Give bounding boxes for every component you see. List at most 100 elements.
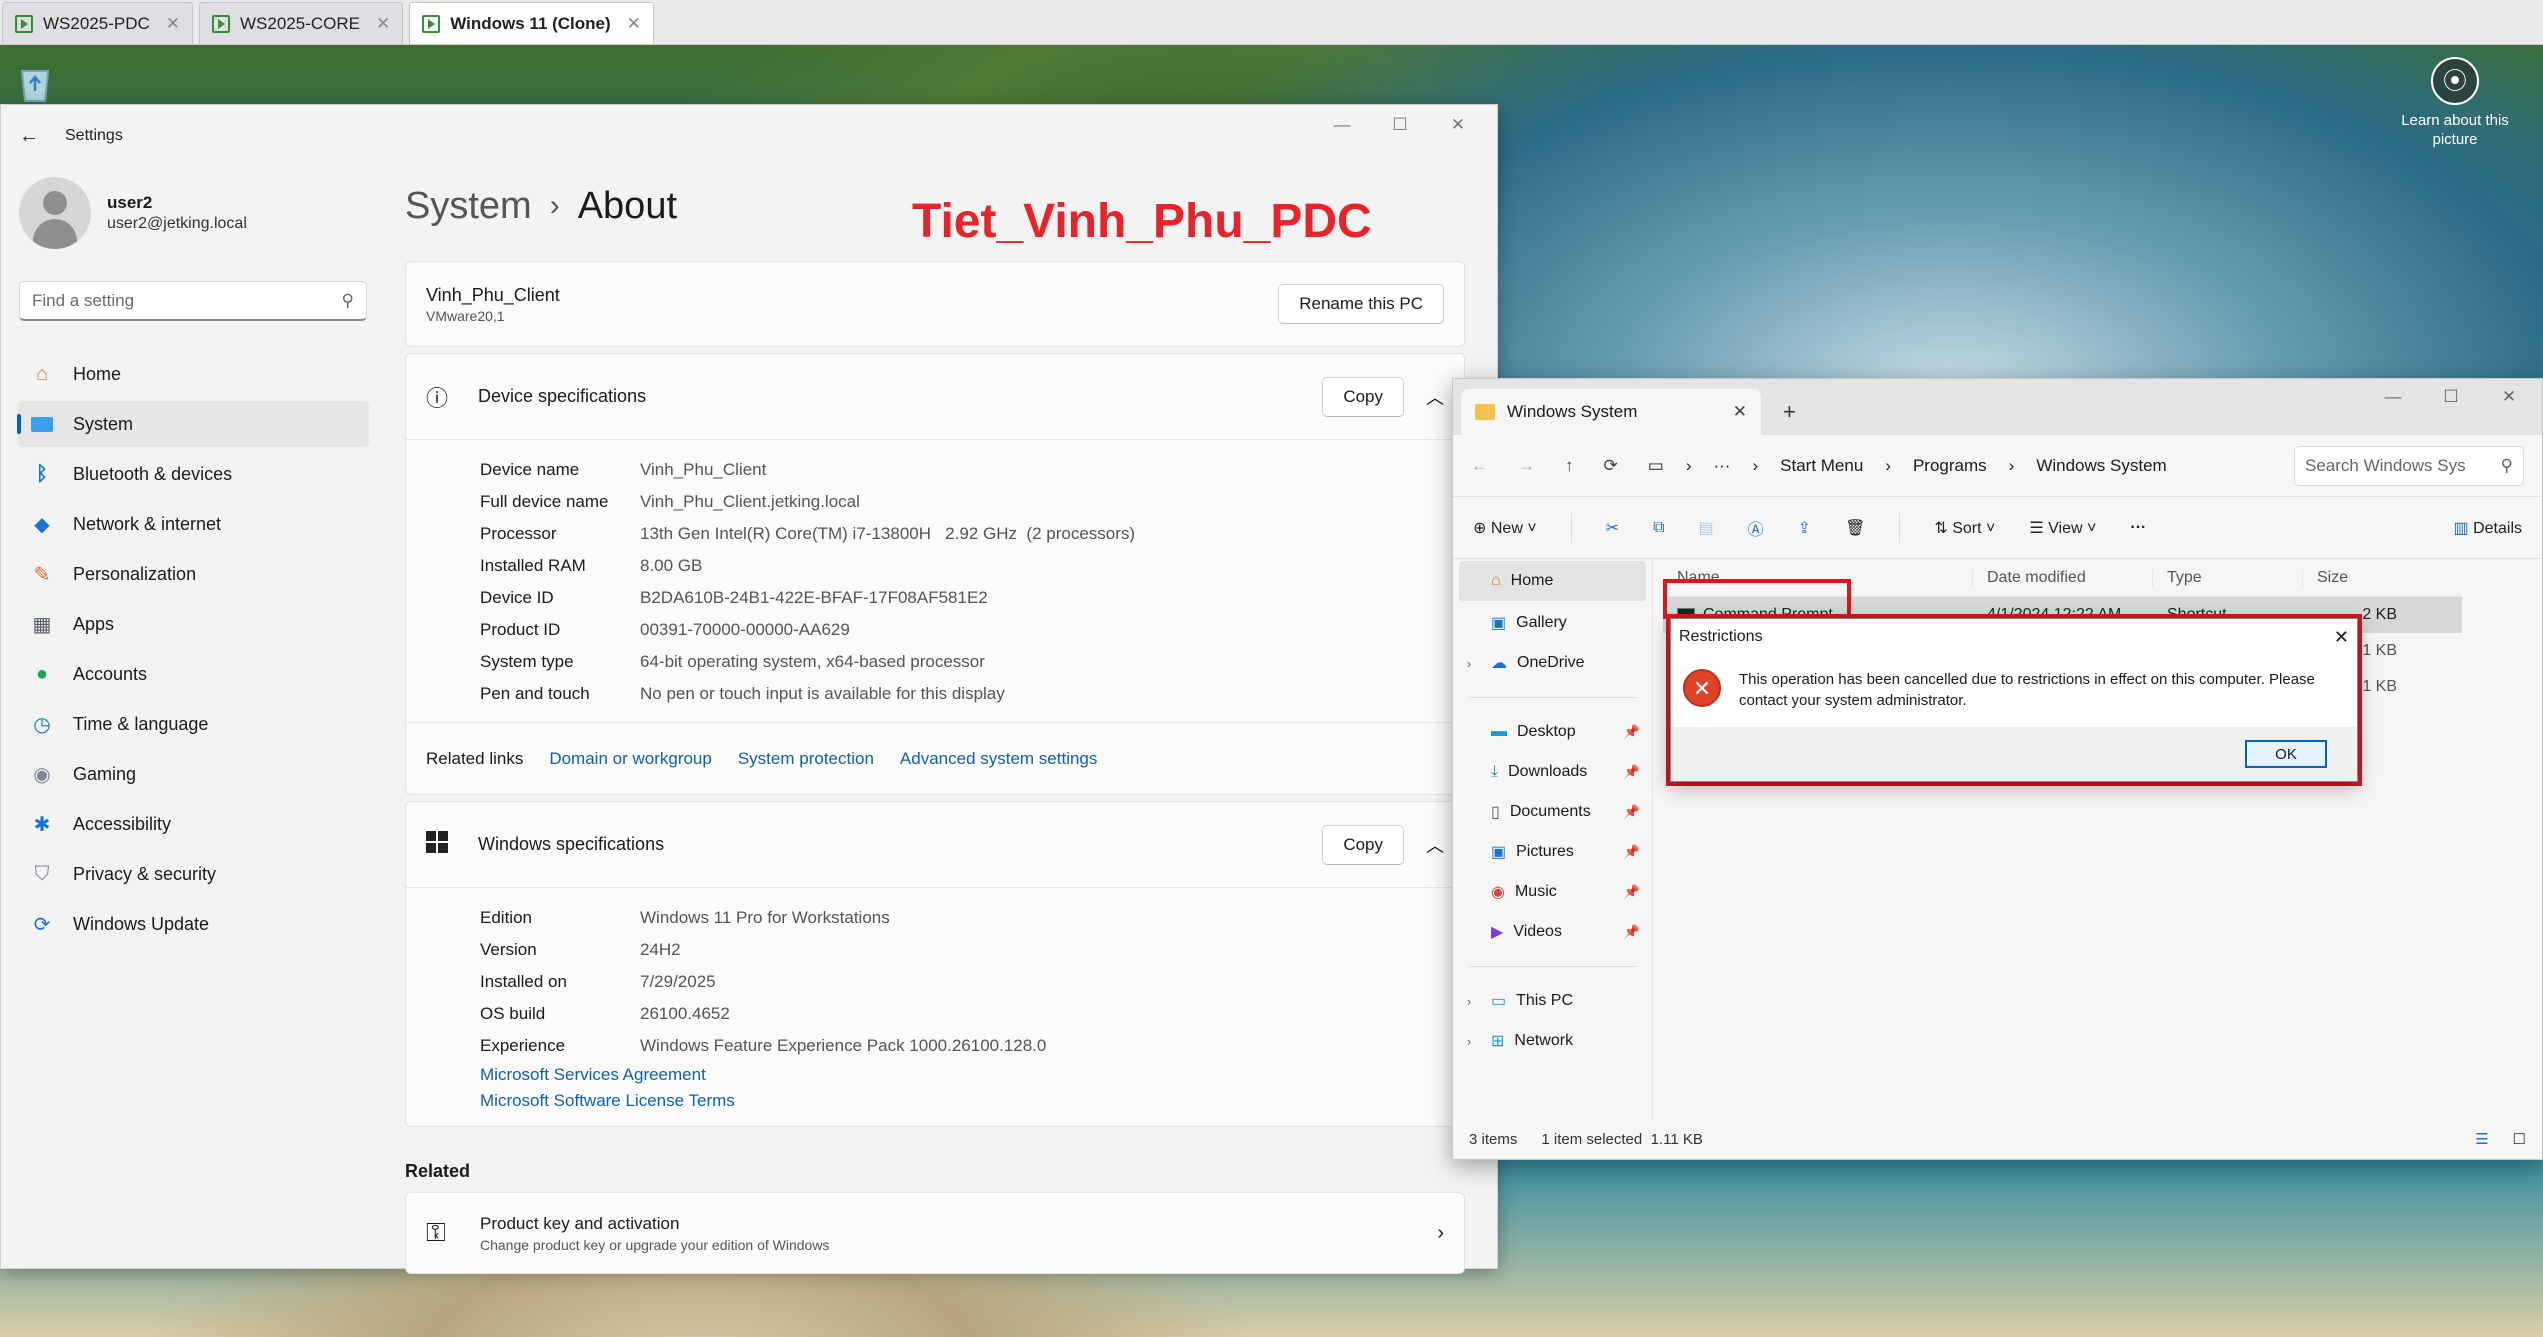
col-type[interactable]: Type: [2153, 568, 2303, 587]
link-advanced-system-settings[interactable]: Advanced system settings: [900, 749, 1097, 769]
pin-icon[interactable]: 📌: [1624, 764, 1640, 780]
forward-arrow-icon[interactable]: →: [1518, 456, 1535, 476]
sidebar-item-home[interactable]: ⌂ Home: [17, 351, 369, 397]
close-icon[interactable]: ✕: [1733, 402, 1747, 422]
minimize-icon[interactable]: —: [2364, 387, 2422, 407]
col-date[interactable]: Date modified: [1973, 568, 2153, 587]
link-domain-workgroup[interactable]: Domain or workgroup: [549, 749, 712, 769]
breadcrumb-parent[interactable]: System: [405, 185, 532, 228]
sidebar-item-windows-update[interactable]: ⟳ Windows Update: [17, 901, 369, 947]
new-tab-icon[interactable]: +: [1783, 399, 1796, 425]
share-icon[interactable]: ⇪: [1798, 518, 1811, 538]
close-icon[interactable]: ✕: [2334, 627, 2349, 648]
copy-icon[interactable]: ⧉: [1653, 519, 1664, 537]
minimize-icon[interactable]: —: [1313, 115, 1371, 135]
link-system-protection[interactable]: System protection: [738, 749, 874, 769]
rename-pc-button[interactable]: Rename this PC: [1278, 284, 1444, 324]
pin-icon[interactable]: 📌: [1624, 804, 1640, 820]
learn-about-picture[interactable]: ⦿ Learn about this picture: [2400, 57, 2510, 149]
chevron-up-icon[interactable]: ︿: [1426, 384, 1444, 410]
new-button[interactable]: ⊕ New ˅: [1473, 518, 1537, 538]
paste-icon[interactable]: ▤: [1699, 518, 1714, 538]
chevron-up-icon[interactable]: ︿: [1426, 832, 1444, 858]
delete-icon[interactable]: 🗑: [1845, 518, 1865, 538]
explorer-tab[interactable]: Windows System ✕: [1461, 389, 1761, 435]
rename-icon[interactable]: Ⓐ: [1748, 516, 1764, 540]
sort-button[interactable]: ⇅ Sort ˅: [1934, 518, 1995, 538]
copy-button[interactable]: Copy: [1322, 376, 1404, 417]
close-icon[interactable]: ✕: [2480, 387, 2538, 407]
vm-tab-ws2025-pdc[interactable]: WS2025-PDC ✕: [2, 2, 194, 44]
breadcrumb-item[interactable]: Windows System: [2036, 456, 2166, 476]
maximize-icon[interactable]: ☐: [2422, 387, 2480, 407]
nav-item-music[interactable]: ◉ Music 📌: [1453, 872, 1652, 912]
nav-item-home[interactable]: ⌂ Home: [1459, 561, 1646, 601]
product-key-card[interactable]: ⚿ Product key and activation Change prod…: [405, 1192, 1465, 1274]
link-services-agreement[interactable]: Microsoft Services Agreement: [480, 1065, 706, 1085]
explorer-search-input[interactable]: Search Windows Sys ⚲: [2294, 445, 2524, 486]
nav-item-pictures[interactable]: ▣ Pictures 📌: [1453, 832, 1652, 872]
sidebar-item-accounts[interactable]: ● Accounts: [17, 651, 369, 697]
sidebar-item-time-language[interactable]: ◷ Time & language: [17, 701, 369, 747]
up-arrow-icon[interactable]: ↑: [1565, 456, 1574, 476]
close-icon[interactable]: ✕: [1429, 115, 1487, 135]
back-arrow-icon[interactable]: ←: [1471, 456, 1488, 476]
nav-item-documents[interactable]: ▯ Documents 📌: [1453, 792, 1652, 832]
sidebar-item-bluetooth[interactable]: ᛒ Bluetooth & devices: [17, 451, 369, 497]
cut-icon[interactable]: ✂: [1606, 518, 1619, 538]
link-license-terms[interactable]: Microsoft Software License Terms: [480, 1091, 735, 1111]
details-button[interactable]: ▥ Details: [2454, 518, 2522, 538]
breadcrumb[interactable]: ▭ › ··· › Start Menu › Programs › Window…: [1648, 456, 2167, 476]
back-arrow-icon[interactable]: ←: [19, 125, 39, 148]
nav-item-videos[interactable]: ▶ Videos 📌: [1453, 912, 1652, 952]
maximize-icon[interactable]: ☐: [1371, 115, 1429, 135]
more-options-icon[interactable]: ···: [2130, 519, 2146, 537]
nav-item-network[interactable]: › ⊞ Network: [1453, 1021, 1652, 1061]
learn-label: Learn about this picture: [2401, 112, 2509, 148]
nav-label: Network: [1514, 1032, 1574, 1049]
pin-icon[interactable]: 📌: [1624, 884, 1640, 900]
sidebar-item-apps[interactable]: ▦ Apps: [17, 601, 369, 647]
more-icon[interactable]: ···: [1713, 456, 1730, 476]
sidebar-item-system[interactable]: System: [17, 401, 369, 447]
sidebar-item-network[interactable]: ◆ Network & internet: [17, 501, 369, 547]
device-specs-header[interactable]: ⓘ Device specifications Copy ︿: [406, 354, 1464, 440]
spec-value: 00391-70000-00000-AA629: [640, 620, 850, 639]
sidebar-item-privacy[interactable]: ⛉ Privacy & security: [17, 851, 369, 897]
chevron-right-icon[interactable]: ›: [1467, 994, 1471, 1009]
details-view-icon[interactable]: ☰: [2475, 1130, 2488, 1148]
nav-item-desktop[interactable]: ▬ Desktop 📌: [1453, 712, 1652, 752]
windows-specs-header[interactable]: Windows specifications Copy ︿: [406, 802, 1464, 888]
chevron-right-icon[interactable]: ›: [1467, 1034, 1471, 1049]
copy-button[interactable]: Copy: [1322, 824, 1404, 865]
nav-item-gallery[interactable]: ▣ Gallery: [1453, 603, 1652, 643]
breadcrumb-item[interactable]: Start Menu: [1780, 456, 1863, 476]
vm-tab-windows11-clone[interactable]: Windows 11 (Clone) ✕: [409, 2, 654, 44]
refresh-icon[interactable]: ⟳: [1604, 456, 1618, 476]
vm-tab-ws2025-core[interactable]: WS2025-CORE ✕: [199, 2, 404, 44]
tiles-view-icon[interactable]: ☐: [2513, 1130, 2526, 1148]
nav-item-this-pc[interactable]: › ▭ This PC: [1453, 981, 1652, 1021]
sidebar-item-personalization[interactable]: ✎ Personalization: [17, 551, 369, 597]
chevron-right-icon[interactable]: ›: [1467, 656, 1471, 671]
user-profile[interactable]: user2 user2@jetking.local: [19, 177, 247, 249]
brush-icon: ✎: [33, 563, 51, 586]
col-size[interactable]: Size: [2303, 569, 2403, 587]
pin-icon[interactable]: 📌: [1624, 724, 1640, 740]
close-icon[interactable]: ✕: [376, 14, 390, 34]
ok-button[interactable]: OK: [2245, 740, 2327, 768]
sidebar-item-accessibility[interactable]: ✱ Accessibility: [17, 801, 369, 847]
windows-specs-body: Edition Windows 11 Pro for Workstations V…: [406, 888, 1464, 1126]
nav-item-downloads[interactable]: ⤓ Downloads 📌: [1453, 752, 1652, 792]
pin-icon[interactable]: 📌: [1624, 844, 1640, 860]
settings-search-input[interactable]: Find a setting ⚲: [19, 281, 367, 321]
sidebar-item-gaming[interactable]: ◉ Gaming: [17, 751, 369, 797]
close-icon[interactable]: ✕: [166, 14, 180, 34]
breadcrumb-item[interactable]: Programs: [1913, 456, 1987, 476]
chevron-right-icon: ›: [1437, 1221, 1444, 1244]
recycle-bin-icon[interactable]: [12, 59, 58, 105]
nav-item-onedrive[interactable]: › ☁ OneDrive: [1453, 643, 1652, 683]
view-button[interactable]: ☰ View ˅: [2029, 518, 2096, 538]
pin-icon[interactable]: 📌: [1624, 924, 1640, 940]
close-icon[interactable]: ✕: [627, 14, 641, 34]
